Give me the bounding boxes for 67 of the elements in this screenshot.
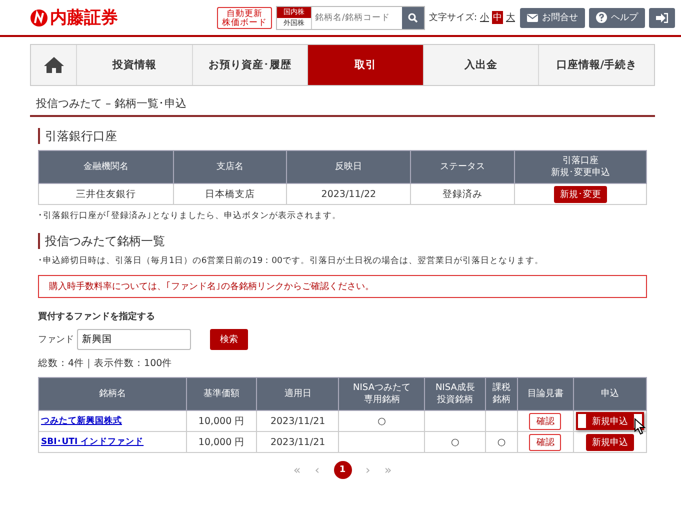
help-button[interactable]: ヘルプ — [589, 8, 645, 28]
question-icon — [596, 12, 607, 23]
section-heading: 引落銀行口座 — [38, 128, 647, 144]
home-tab[interactable] — [31, 45, 76, 85]
mail-icon — [527, 14, 538, 22]
column-header: NISAつみたて — [352, 382, 412, 394]
font-size-label: 文字サイズ: — [428, 12, 477, 24]
column-header: 反映日 — [334, 161, 364, 173]
column-header: 課税 — [492, 382, 512, 394]
column-header: 引落口座 — [561, 155, 600, 167]
column-header: ステータス — [438, 161, 486, 173]
column-header: 支店名 — [215, 161, 244, 173]
change-account-button[interactable]: 新規･変更 — [554, 186, 607, 202]
table-cell: 三井住友銀行 — [38, 184, 174, 204]
subheading: 買付するファンドを指定する — [38, 310, 156, 323]
search-button[interactable] — [402, 6, 424, 28]
logout-icon — [656, 12, 668, 22]
search-button[interactable]: 検索 — [210, 329, 248, 350]
column-header: 申込 — [600, 388, 620, 400]
notice-text: 購入時手数料率については、｢ファンド名｣の各銘柄リンクからご確認ください。 — [38, 275, 647, 298]
page-title: 投信つみたて – 銘柄一覧･申込 — [30, 86, 655, 117]
nav-tab[interactable]: 取引 — [307, 45, 423, 85]
column-header: 銘柄名 — [98, 388, 127, 400]
stock-board-button[interactable]: 自動更新 株価ボード — [216, 6, 272, 28]
column-header: NISA成長 — [434, 382, 476, 394]
table-cell: 2023/11/21 — [256, 410, 339, 432]
column-header: 金融機関名 — [82, 161, 130, 173]
table-cell: ○ — [451, 436, 460, 448]
logo-text: 内藤証券 — [50, 7, 118, 29]
column-header: 目論見書 — [526, 388, 564, 400]
home-icon — [42, 56, 64, 74]
fund-input[interactable]: 新興国 — [77, 329, 191, 350]
table-cell: 10,000 円 — [186, 410, 257, 432]
contact-button[interactable]: お問合せ — [520, 8, 585, 28]
column-header: 適用日 — [283, 388, 312, 400]
logo-icon — [30, 8, 48, 26]
nav-tab[interactable]: お預り資産･履歴 — [192, 45, 308, 85]
nav-tab[interactable]: 投資情報 — [76, 45, 192, 85]
table-cell: ○ — [378, 416, 386, 426]
prospectus-button[interactable]: 確認 — [529, 412, 562, 430]
table-cell: 2023/11/21 — [256, 432, 339, 452]
font-size-option[interactable]: 大 — [505, 11, 516, 24]
table-cell: 10,000 円 — [186, 432, 257, 452]
note-text: ･引落銀行口座が｢登録済み｣となりましたら、申込ボタンが表示されます。 — [38, 210, 342, 222]
search-icon — [408, 12, 418, 22]
font-size-option[interactable]: 中 — [492, 11, 503, 24]
result-count: 総数：4件｜表示件数：100件 — [38, 357, 174, 370]
nav-tab[interactable]: 口座情報/手続き — [538, 45, 654, 85]
font-size-option[interactable]: 小 — [479, 11, 490, 24]
column-header: 銘柄 — [492, 394, 512, 406]
note-text: ･申込締切日時は、引落日（毎月1日）の6営業日前の19：00です。引落日が土日祝の場合は、翌営業日が引落日となります。 — [38, 255, 544, 267]
prospectus-button[interactable]: 確認 — [529, 434, 562, 450]
page-number[interactable]: 1 — [334, 461, 352, 479]
table-cell: 2023/11/22 — [286, 184, 411, 204]
table-cell: 日本橋支店 — [173, 184, 287, 204]
cursor-icon — [634, 418, 646, 435]
apply-button[interactable]: 新規申込 — [586, 434, 634, 450]
column-header: 専用銘柄 — [362, 394, 401, 406]
nav-tab[interactable]: 入出金 — [422, 45, 538, 85]
column-header: 新規･変更申込 — [550, 167, 611, 179]
column-header: 投資銘柄 — [436, 394, 474, 406]
table-cell: ○ — [497, 436, 506, 448]
column-header: 基準価額 — [202, 388, 241, 400]
logout-button[interactable] — [649, 8, 675, 28]
table-cell: 登録済み — [410, 184, 514, 204]
fund-label: ファンド — [38, 334, 74, 346]
section-heading: 投信つみたて銘柄一覧 — [38, 233, 647, 249]
